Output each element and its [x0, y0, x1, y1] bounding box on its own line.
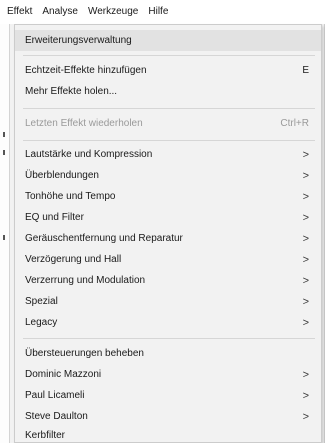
- menu-item-spezial[interactable]: Spezial >: [15, 291, 321, 312]
- chevron-right-icon: >: [302, 211, 309, 224]
- menu-item-erweiterungsverwaltung[interactable]: Erweiterungsverwaltung: [15, 30, 321, 51]
- chevron-right-icon: >: [302, 410, 309, 423]
- menu-item-label: Echtzeit-Effekte hinzufügen: [25, 65, 147, 76]
- menu-item-label: Tonhöhe und Tempo: [25, 191, 116, 202]
- menu-item-label: Erweiterungsverwaltung: [25, 35, 132, 46]
- menu-item-label: Übersteuerungen beheben: [25, 348, 144, 359]
- chevron-right-icon: >: [302, 274, 309, 287]
- menu-item-paul-licameli[interactable]: Paul Licameli >: [15, 385, 321, 406]
- menu-item-label: Letzten Effekt wiederholen: [25, 118, 143, 129]
- menu-item-echtzeit-effekte[interactable]: Echtzeit-Effekte hinzufügen E: [15, 60, 321, 81]
- menu-item-label: Legacy: [25, 317, 58, 328]
- shortcut-label: Ctrl+R: [280, 118, 309, 129]
- menu-item-steve-daulton[interactable]: Steve Daulton >: [15, 406, 321, 427]
- menu-item-label: Paul Licameli: [25, 390, 85, 401]
- menu-item-label: Lautstärke und Kompression: [25, 149, 153, 160]
- effekt-dropdown-menu: Erweiterungsverwaltung Echtzeit-Effekte …: [14, 24, 322, 443]
- menu-item-mehr-effekte[interactable]: Mehr Effekte holen...: [15, 81, 321, 102]
- chevron-right-icon: >: [302, 190, 309, 203]
- menu-item-label: Verzögerung und Hall: [25, 254, 122, 265]
- chevron-right-icon: >: [302, 316, 309, 329]
- menu-item-kerbfilter[interactable]: Kerbfilter: [15, 425, 321, 443]
- background-tick: [3, 132, 5, 137]
- menu-item-lautstaerke[interactable]: Lautstärke und Kompression >: [15, 144, 321, 165]
- menu-item-letzten-effekt[interactable]: Letzten Effekt wiederholen Ctrl+R: [15, 113, 321, 134]
- menu-item-label: Kerbfilter: [25, 430, 66, 441]
- menu-bar: Effekt Analyse Werkzeuge Hilfe: [0, 0, 325, 24]
- menu-item-label: Steve Daulton: [25, 411, 88, 422]
- background-window-edge: [0, 24, 10, 443]
- background-tick: [3, 150, 5, 155]
- menu-separator: [23, 108, 315, 109]
- menu-item-verzerrung[interactable]: Verzerrung und Modulation >: [15, 270, 321, 291]
- menu-item-label: EQ und Filter: [25, 212, 84, 223]
- menu-item-label: Mehr Effekte holen...: [25, 86, 118, 97]
- menu-item-ueberblendungen[interactable]: Überblendungen >: [15, 165, 321, 186]
- chevron-right-icon: >: [302, 169, 309, 182]
- chevron-right-icon: >: [302, 389, 309, 402]
- menu-item-label: Spezial: [25, 296, 58, 307]
- menu-separator: [23, 55, 315, 56]
- menu-analyse[interactable]: Analyse: [37, 0, 83, 24]
- menu-item-tonhoehe[interactable]: Tonhöhe und Tempo >: [15, 186, 321, 207]
- menu-item-verzoegerung[interactable]: Verzögerung und Hall >: [15, 249, 321, 270]
- shortcut-label: E: [302, 65, 309, 76]
- chevron-right-icon: >: [302, 253, 309, 266]
- chevron-right-icon: >: [302, 232, 309, 245]
- menu-hilfe[interactable]: Hilfe: [143, 0, 173, 24]
- menu-separator: [23, 140, 315, 141]
- menu-item-label: Überblendungen: [25, 170, 99, 181]
- menu-item-dominic-mazzoni[interactable]: Dominic Mazzoni >: [15, 364, 321, 385]
- menu-item-label: Dominic Mazzoni: [25, 369, 102, 380]
- background-tick: [3, 235, 5, 240]
- menu-item-legacy[interactable]: Legacy >: [15, 312, 321, 333]
- menu-effekt[interactable]: Effekt: [0, 0, 37, 24]
- menu-werkzeuge[interactable]: Werkzeuge: [83, 0, 143, 24]
- menu-item-label: Geräuschentfernung und Reparatur: [25, 233, 183, 244]
- menu-item-label: Verzerrung und Modulation: [25, 275, 146, 286]
- chevron-right-icon: >: [302, 295, 309, 308]
- menu-item-uebersteuerungen[interactable]: Übersteuerungen beheben: [15, 343, 321, 364]
- chevron-right-icon: >: [302, 368, 309, 381]
- menu-separator: [23, 338, 315, 339]
- menu-item-eq-filter[interactable]: EQ und Filter >: [15, 207, 321, 228]
- menu-item-geraeuschentfernung[interactable]: Geräuschentfernung und Reparatur >: [15, 228, 321, 249]
- chevron-right-icon: >: [302, 148, 309, 161]
